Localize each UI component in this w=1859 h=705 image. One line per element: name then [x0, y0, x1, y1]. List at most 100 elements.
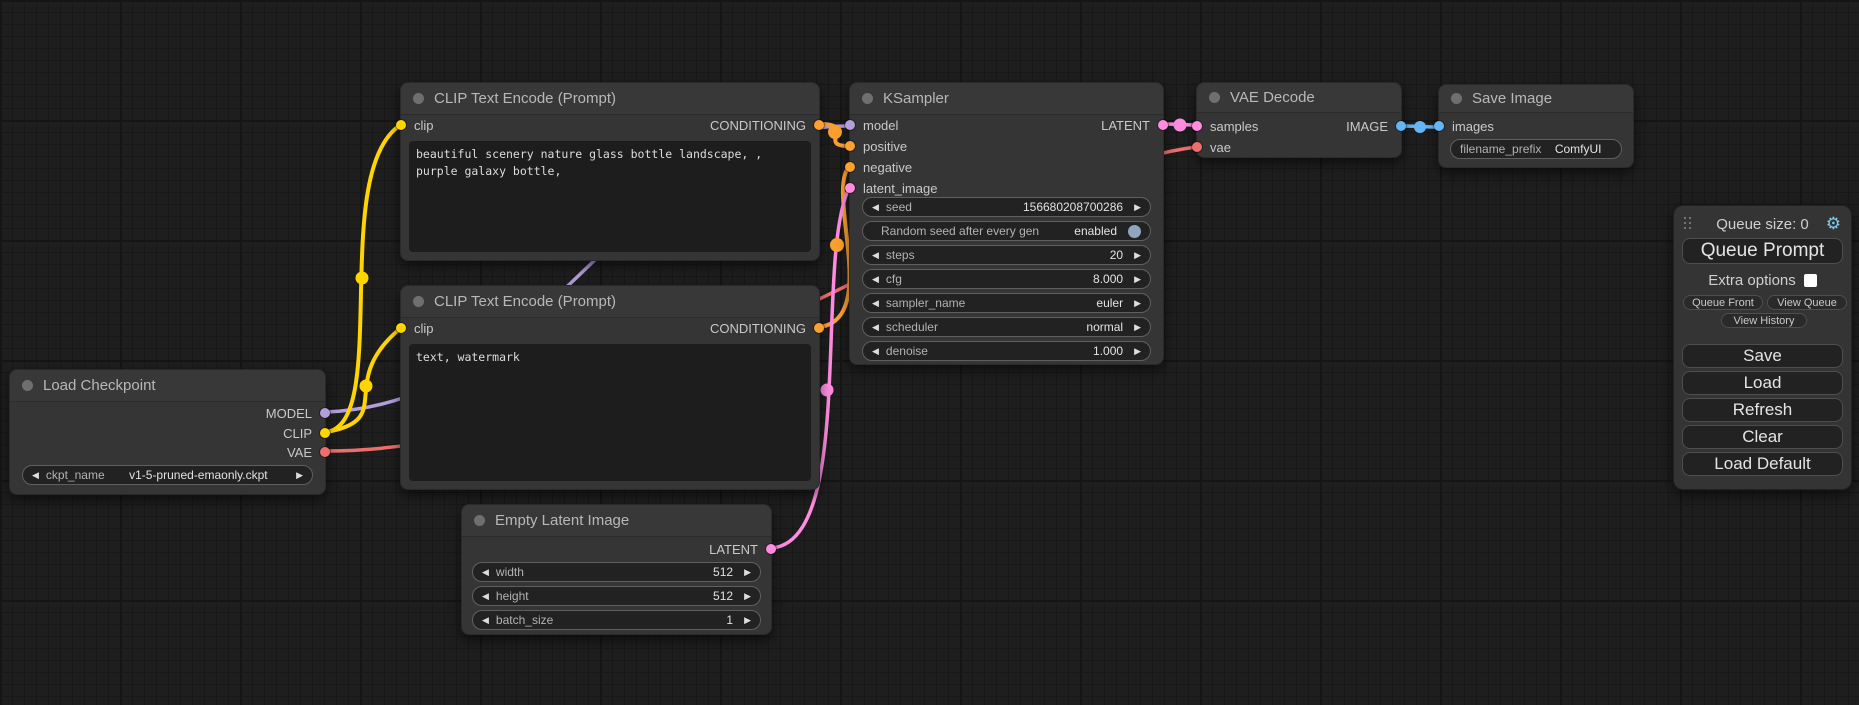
node-ksampler[interactable]: KSampler LATENT model positive negative …: [849, 82, 1164, 365]
view-history-button[interactable]: View History: [1721, 313, 1807, 328]
output-vae[interactable]: VAE: [287, 442, 330, 462]
queue-front-button[interactable]: Queue Front: [1683, 295, 1763, 310]
clip-input-port[interactable]: [396, 323, 406, 333]
prompt-textarea[interactable]: text, watermark: [409, 344, 811, 481]
decrement-arrow-icon[interactable]: ◀: [872, 250, 879, 261]
refresh-button[interactable]: Refresh: [1682, 398, 1843, 422]
input-latent-image[interactable]: latent_image: [845, 178, 937, 198]
extra-options-checkbox[interactable]: [1804, 274, 1817, 287]
height-widget[interactable]: ◀ height 512 ▶: [472, 586, 761, 606]
decrement-arrow-icon[interactable]: ◀: [482, 567, 489, 578]
load-default-button[interactable]: Load Default: [1682, 452, 1843, 476]
decrement-arrow-icon[interactable]: ◀: [482, 615, 489, 626]
collapse-dot-icon[interactable]: [474, 515, 485, 526]
clear-button[interactable]: Clear: [1682, 425, 1843, 449]
image-output-port[interactable]: [1396, 121, 1406, 131]
model-input-port[interactable]: [845, 120, 855, 130]
output-latent[interactable]: LATENT: [1101, 115, 1168, 135]
widget-value[interactable]: 1.000: [935, 344, 1127, 358]
decrement-arrow-icon[interactable]: ◀: [872, 346, 879, 357]
widget-value[interactable]: v1-5-pruned-emaonly.ckpt: [112, 468, 289, 482]
prompt-textarea[interactable]: beautiful scenery nature glass bottle la…: [409, 141, 811, 252]
filename-prefix-widget[interactable]: filename_prefix ComfyUI: [1450, 139, 1622, 159]
widget-value[interactable]: 1: [560, 613, 737, 627]
node-title-bar[interactable]: Load Checkpoint: [10, 370, 325, 402]
input-samples[interactable]: samples: [1192, 116, 1258, 136]
input-model[interactable]: model: [845, 115, 898, 135]
seed-widget[interactable]: ◀ seed 156680208700286 ▶: [862, 197, 1151, 217]
node-clip-text-encode-negative[interactable]: CLIP Text Encode (Prompt) clip CONDITION…: [400, 285, 820, 490]
increment-arrow-icon[interactable]: ▶: [1134, 298, 1141, 309]
decrement-arrow-icon[interactable]: ◀: [872, 298, 879, 309]
increment-arrow-icon[interactable]: ▶: [1134, 322, 1141, 333]
node-title-bar[interactable]: KSampler: [850, 83, 1163, 115]
collapse-dot-icon[interactable]: [862, 93, 873, 104]
collapse-dot-icon[interactable]: [1451, 93, 1462, 104]
steps-widget[interactable]: ◀ steps 20 ▶: [862, 245, 1151, 265]
output-conditioning[interactable]: CONDITIONING: [710, 318, 824, 338]
vae-input-port[interactable]: [1192, 142, 1202, 152]
decrement-arrow-icon[interactable]: ◀: [872, 322, 879, 333]
scheduler-widget[interactable]: ◀ scheduler normal ▶: [862, 317, 1151, 337]
load-button[interactable]: Load: [1682, 371, 1843, 395]
input-clip[interactable]: clip: [396, 115, 434, 135]
node-graph-canvas[interactable]: Load Checkpoint MODEL CLIP VAE ◀ ckpt_na…: [0, 0, 1859, 705]
width-widget[interactable]: ◀ width 512 ▶: [472, 562, 761, 582]
settings-gear-icon[interactable]: ⚙: [1826, 214, 1841, 234]
decrement-arrow-icon[interactable]: ◀: [482, 591, 489, 602]
queue-prompt-button[interactable]: Queue Prompt: [1682, 238, 1843, 264]
widget-value[interactable]: enabled: [1046, 224, 1121, 238]
widget-value[interactable]: normal: [945, 320, 1127, 334]
node-save-image[interactable]: Save Image images filename_prefix ComfyU…: [1438, 84, 1634, 168]
conditioning-output-port[interactable]: [814, 323, 824, 333]
increment-arrow-icon[interactable]: ▶: [744, 615, 751, 626]
image-input-port[interactable]: [1434, 121, 1444, 131]
conditioning-input-port[interactable]: [845, 162, 855, 172]
latent-output-port[interactable]: [766, 544, 776, 554]
denoise-widget[interactable]: ◀ denoise 1.000 ▶: [862, 341, 1151, 361]
conditioning-output-port[interactable]: [814, 120, 824, 130]
node-vae-decode[interactable]: VAE Decode samples vae IMAGE: [1196, 82, 1402, 158]
node-clip-text-encode-positive[interactable]: CLIP Text Encode (Prompt) clip CONDITION…: [400, 82, 820, 261]
conditioning-input-port[interactable]: [845, 141, 855, 151]
toggle-indicator-icon[interactable]: [1128, 225, 1141, 238]
widget-value[interactable]: 512: [536, 589, 737, 603]
widget-value[interactable]: euler: [972, 296, 1127, 310]
increment-arrow-icon[interactable]: ▶: [1134, 202, 1141, 213]
increment-arrow-icon[interactable]: ▶: [1134, 274, 1141, 285]
increment-arrow-icon[interactable]: ▶: [296, 470, 303, 481]
output-model[interactable]: MODEL: [266, 403, 330, 423]
ckpt-name-widget[interactable]: ◀ ckpt_name v1-5-pruned-emaonly.ckpt ▶: [22, 465, 313, 485]
widget-value[interactable]: 512: [531, 565, 737, 579]
output-latent[interactable]: LATENT: [709, 539, 776, 559]
node-title-bar[interactable]: CLIP Text Encode (Prompt): [401, 286, 819, 318]
widget-value[interactable]: 156680208700286: [919, 200, 1127, 214]
input-vae[interactable]: vae: [1192, 137, 1231, 157]
latent-input-port[interactable]: [1192, 121, 1202, 131]
latent-input-port[interactable]: [845, 183, 855, 193]
view-queue-button[interactable]: View Queue: [1767, 295, 1847, 310]
random-seed-toggle[interactable]: Random seed after every gen enabled: [862, 221, 1151, 241]
collapse-dot-icon[interactable]: [413, 296, 424, 307]
node-empty-latent-image[interactable]: Empty Latent Image LATENT ◀ width 512 ▶ …: [461, 504, 772, 635]
batch-size-widget[interactable]: ◀ batch_size 1 ▶: [472, 610, 761, 630]
input-negative[interactable]: negative: [845, 157, 912, 177]
increment-arrow-icon[interactable]: ▶: [744, 591, 751, 602]
decrement-arrow-icon[interactable]: ◀: [872, 274, 879, 285]
node-title-bar[interactable]: VAE Decode: [1197, 83, 1401, 113]
clip-input-port[interactable]: [396, 120, 406, 130]
output-clip[interactable]: CLIP: [283, 423, 330, 443]
collapse-dot-icon[interactable]: [1209, 92, 1220, 103]
model-output-port[interactable]: [320, 408, 330, 418]
decrement-arrow-icon[interactable]: ◀: [32, 470, 39, 481]
node-title-bar[interactable]: Empty Latent Image: [462, 505, 771, 537]
save-button[interactable]: Save: [1682, 344, 1843, 368]
node-title-bar[interactable]: Save Image: [1439, 85, 1633, 113]
queue-panel[interactable]: Queue size: 0 ⚙ Queue Prompt Extra optio…: [1673, 205, 1852, 490]
widget-value[interactable]: ComfyUI: [1548, 142, 1612, 156]
clip-output-port[interactable]: [320, 428, 330, 438]
input-clip[interactable]: clip: [396, 318, 434, 338]
node-load-checkpoint[interactable]: Load Checkpoint MODEL CLIP VAE ◀ ckpt_na…: [9, 369, 326, 495]
output-conditioning[interactable]: CONDITIONING: [710, 115, 824, 135]
widget-value[interactable]: 20: [922, 248, 1127, 262]
